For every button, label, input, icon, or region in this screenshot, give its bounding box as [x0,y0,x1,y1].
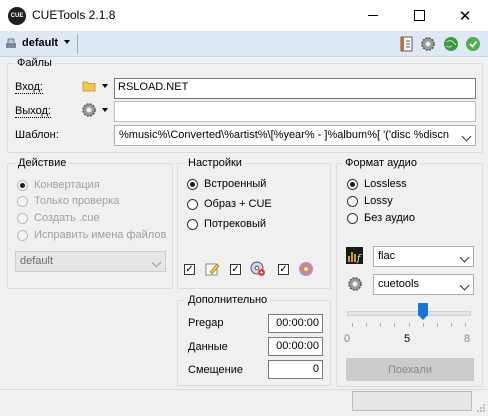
action-radio-create-cue[interactable] [17,213,28,224]
resize-grip-icon[interactable] [476,403,486,413]
slider-tick [366,323,368,327]
slider-tick [408,323,410,327]
audio-option-lossy: Lossy [364,195,393,207]
input-path-field[interactable]: RSLOAD.NET [114,78,476,99]
slider-tick [352,323,353,327]
chevron-down-icon[interactable] [64,40,70,44]
settings-radio-embedded[interactable] [187,179,198,190]
data-field[interactable]: 00:00:00 [268,337,323,356]
encoder-gear-icon [348,277,362,291]
audio-radio-lossy[interactable] [347,196,358,207]
maximize-button[interactable] [396,0,442,31]
toolbar-separator [77,34,78,54]
compression-slider-track[interactable] [347,311,471,316]
output-gear-icon[interactable] [81,102,97,118]
gear-icon[interactable] [420,36,436,52]
maximize-icon [413,10,425,21]
slider-min-label: 0 [344,333,351,345]
window-title: CUETools 2.1.8 [32,8,116,22]
template-combo[interactable]: %music%\Converted\%artist%\[%year% - ]%a… [114,125,476,146]
action-radio-fix-names[interactable] [17,230,28,241]
output-label: Выход: [15,105,51,118]
action-profile-value: default [20,255,54,267]
profile-icon [6,38,16,48]
globe-icon[interactable] [443,36,459,52]
checkbox-lookup[interactable]: ✓ [230,264,241,275]
folder-icon[interactable] [82,80,96,92]
status-bar-divider [0,389,488,390]
slider-mid-label: 5 [404,333,411,345]
audio-option-lossless: Lossless [364,178,407,190]
codec-icon: f [346,247,363,264]
data-label: Данные [188,341,228,353]
extra-group-title: Дополнительно [185,294,271,306]
encoder-value: cuetools [378,278,419,290]
checkbox-cover[interactable]: ✓ [278,264,289,275]
slider-tick [465,323,466,327]
files-group-title: Файлы [14,57,55,69]
minimize-icon [368,15,378,16]
template-value: %music%\Converted\%artist%\[%year% - ]%a… [119,129,450,141]
audio-radio-no-audio[interactable] [347,213,358,224]
minimize-button[interactable] [350,0,396,31]
progress-bar [352,391,472,411]
chevron-down-icon [151,257,162,268]
profile-selector[interactable]: default [22,37,58,49]
action-option-fix-names: Исправить имена файлов [34,229,167,241]
chevron-down-icon [459,280,470,291]
cd-cover-icon [299,262,313,276]
settings-radio-tracks[interactable] [187,219,198,230]
pregap-label: Pregap [188,317,224,329]
eac-icon[interactable] [465,36,481,52]
chevron-down-icon [461,131,472,142]
settings-option-tracks: Потрековый [204,218,267,230]
notebook-icon[interactable] [399,36,415,52]
slider-tick [450,323,452,327]
offset-label: Смещение [188,364,244,376]
edit-tags-icon [205,263,220,276]
slider-tick [394,323,396,327]
output-dropdown-arrow[interactable] [102,108,108,112]
slider-max-label: 8 [464,333,471,345]
slider-tick [380,323,382,327]
audio-format-group-title: Формат аудио [342,157,420,169]
close-button[interactable]: ✕ [442,0,488,31]
output-path-field[interactable] [114,101,476,122]
action-radio-verify[interactable] [17,196,28,207]
action-option-convert: Конвертация [34,179,100,191]
compression-slider-thumb[interactable] [417,303,428,320]
settings-option-embedded: Встроенный [204,178,267,190]
checkbox-edit-tags[interactable]: ✓ [184,264,195,275]
action-profile-combo[interactable]: default [15,251,166,272]
template-label: Шаблон: [15,129,59,141]
action-option-create-cue: Создать .cue [34,212,100,224]
pregap-field[interactable]: 00:00:00 [268,314,323,333]
close-icon: ✕ [458,7,472,25]
slider-tick [436,323,438,327]
audio-option-no-audio: Без аудио [364,212,416,224]
cue-app-icon: CUE [8,7,26,25]
action-group-title: Действие [15,157,70,169]
go-button[interactable]: Поехали [346,358,474,381]
slider-tick [422,323,424,327]
audio-radio-lossless[interactable] [347,179,358,190]
chevron-down-icon [459,252,470,263]
action-radio-convert[interactable] [17,180,28,191]
input-dropdown-arrow[interactable] [102,84,108,88]
codec-value: flac [378,250,396,262]
settings-option-image-cue: Образ + CUE [204,198,272,210]
cd-lookup-icon [250,261,265,276]
encoder-combo[interactable]: cuetools [373,274,474,295]
settings-radio-image-cue[interactable] [187,199,198,210]
input-label: Вход: [15,81,43,94]
action-option-verify: Только проверка [34,195,120,207]
offset-field[interactable]: 0 [268,360,323,379]
settings-group-title: Настройки [185,157,245,169]
codec-combo[interactable]: flac [373,246,474,267]
